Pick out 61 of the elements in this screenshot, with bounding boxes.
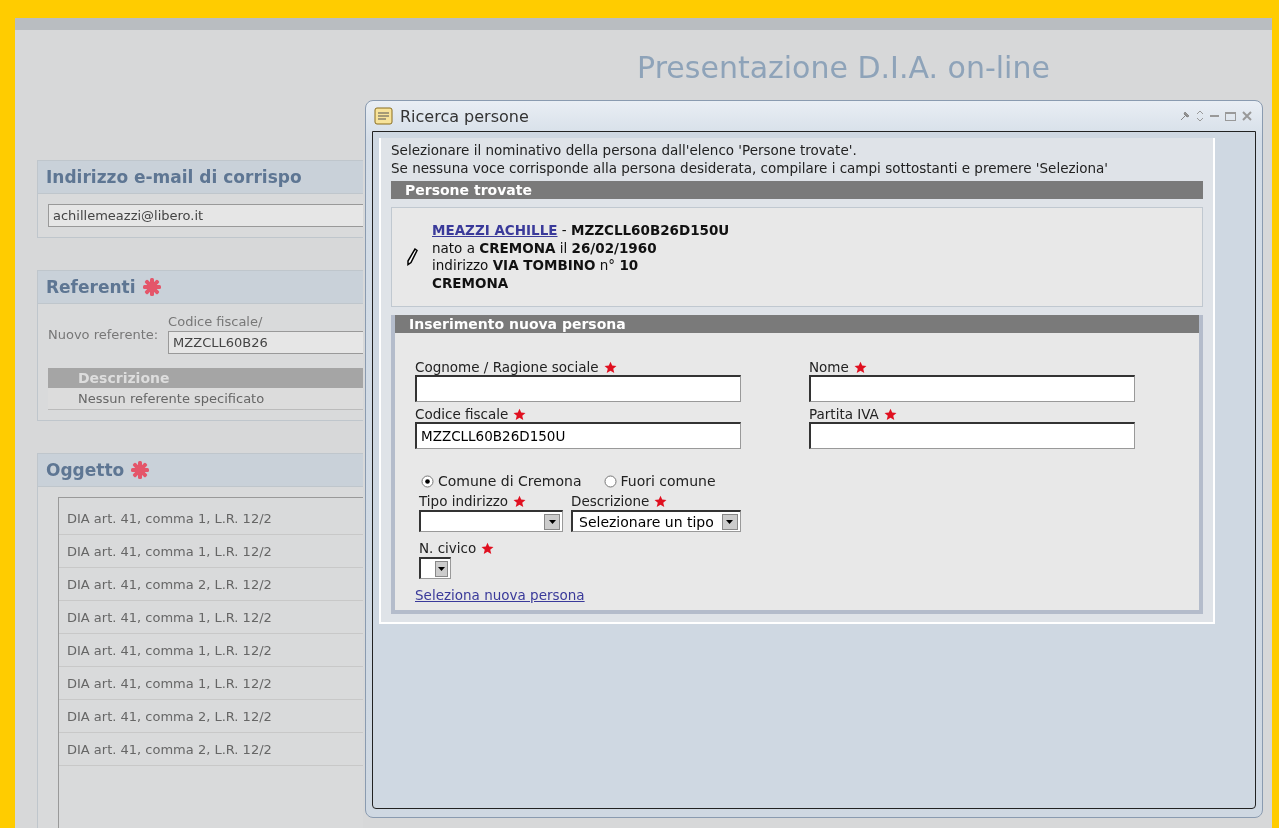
required-star-icon [883,407,897,421]
form-icon [374,106,394,126]
text-field[interactable] [809,375,1135,403]
required-asterisk-icon [130,460,151,480]
required-star-icon [513,407,527,421]
required-star-icon [513,494,527,508]
codice-fiscale-field[interactable]: MZZCLL60B26 [168,331,363,354]
field-label: Partita IVA [809,406,879,423]
instruction-text: Selezionare il nominativo della persona dall'elenco 'Persone trovate'. [391,142,858,160]
caret-icon [726,519,734,524]
dropdown[interactable] [419,510,563,533]
field-label: Tipo indirizzo [419,493,509,510]
radio-button[interactable] [603,474,617,488]
list-item[interactable]: DIA art. 41, comma 2, L.R. 12/2 [59,733,363,766]
list-item[interactable]: DIA art. 41, comma 2, L.R. 12/2 [59,700,363,733]
caret-icon [438,566,445,571]
person-heading: MEAZZI ACHILLE - MZZCLL60B26D150U [432,222,730,240]
email-field[interactable]: achillemeazzi@libero.it [48,204,363,227]
person-link[interactable]: MEAZZI ACHILLE [432,222,558,239]
person-detail: nato a CREMONA il 26/02/1960 [432,239,658,258]
person-detail: CREMONA [432,274,510,293]
dropdown[interactable] [419,557,451,580]
required-asterisk-icon [141,277,162,297]
instruction-text: Se nessuna voce corrisponde alla persona desiderata, compilare i campi sottostanti e premere 'Seleziona' [391,159,1110,178]
radio-label[interactable]: Comune di Cremona [438,473,582,490]
list-item[interactable]: DIA art. 41, comma 1, L.R. 12/2 [59,667,363,700]
caret-icon [548,519,556,524]
pin-icon[interactable] [1180,111,1190,121]
table-header: Descrizione [48,368,363,388]
radio-button[interactable] [421,474,434,488]
text-field[interactable] [809,422,1135,450]
dialog-title: Ricerca persone [400,106,529,126]
page-title: Presentazione D.I.A. on-line [637,50,1050,85]
section-title: Oggetto [46,460,125,480]
required-star-icon [654,494,668,508]
field-label: Codice fiscale [415,406,509,423]
required-star-icon [481,541,495,555]
section-header: Inserimento nuova persona [395,315,1199,334]
list-item[interactable]: DIA art. 41, comma 1, L.R. 12/2 [59,502,363,535]
list-item[interactable]: DIA art. 41, comma 2, L.R. 12/2 [59,568,363,601]
section-title: Indirizzo e-mail di corrispo [46,167,302,187]
required-star-icon [853,360,867,374]
section-header: Persone trovate [391,181,1203,200]
new-person-link[interactable]: Seleziona nuova persona [415,587,585,604]
pencil-icon[interactable] [406,248,418,267]
dropdown[interactable]: Selezionare un tipo [571,510,741,533]
list-item[interactable]: DIA art. 41, comma 1, L.R. 12/2 [59,634,363,667]
person-detail: indirizzo VIA TOMBINO n° 10 [432,257,640,275]
text-field[interactable] [415,375,741,403]
list-item[interactable]: DIA art. 41, comma 1, L.R. 12/2 [59,535,363,568]
field-label: N. civico [419,540,477,557]
field-label: Nuovo referente: [48,326,159,342]
field-label: Cognome / Ragione sociale [415,359,599,376]
list-item[interactable]: DIA art. 41, comma 1, L.R. 12/2 [59,601,363,634]
field-label: Descrizione [571,493,650,510]
required-star-icon [603,360,617,374]
field-label: Nome [809,359,849,376]
field-label: Codice fiscale/ [168,314,264,329]
text-field[interactable]: MZZCLL60B26D150U [415,422,741,450]
section-title: Referenti [46,277,136,297]
radio-label[interactable]: Fuori comune [620,473,716,490]
